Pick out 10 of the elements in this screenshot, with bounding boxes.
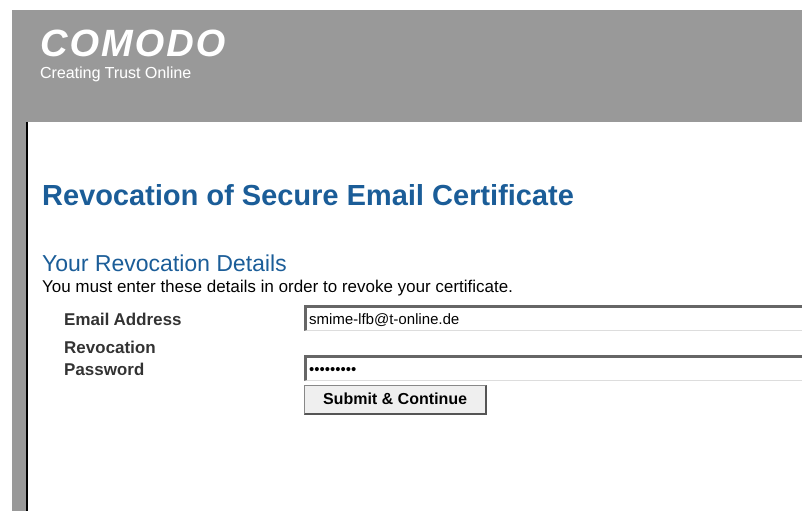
tagline: Creating Trust Online — [40, 64, 192, 84]
logo: COMODO — [40, 24, 228, 64]
page-title: Revocation of Secure Email Certificate — [42, 179, 574, 214]
input-field[interactable]: ••••••••• — [304, 355, 802, 381]
submit-button[interactable]: Submit & Continue — [304, 385, 487, 415]
field-label: Revocation Password — [63, 337, 157, 381]
instructions: You must enter these details in order to revoke your certificate. — [42, 277, 513, 297]
field-label: Email Address — [63, 309, 182, 331]
input-field[interactable]: smime-lfb@t-online.de — [304, 305, 802, 331]
section-heading: Your Revocation Details — [42, 249, 287, 277]
